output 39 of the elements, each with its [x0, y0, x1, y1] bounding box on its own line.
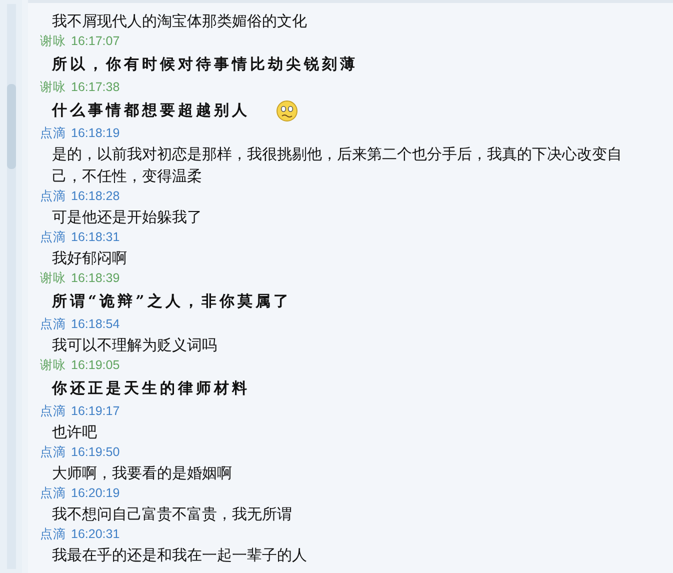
message-time: 16:17:07	[71, 33, 120, 50]
message-text: 是的，以前我对初恋是那样，我很挑剔他，后来第二个也分手后，我真的下决心改变自己，不任性，变得温柔	[51, 144, 623, 187]
sender-name: 谢咏	[40, 79, 66, 96]
message-text: 我最在乎的还是和我在一起一辈子的人	[51, 545, 308, 566]
message-text: 可是他还是开始躲我了	[51, 207, 203, 228]
sender-name: 谢咏	[40, 357, 66, 374]
message-text: 所以，你有时候对待事情比劫尖锐刻薄	[50, 54, 359, 75]
message-time: 16:19:50	[71, 444, 120, 461]
message-time: 16:20:31	[71, 526, 120, 543]
message-text: 我不想问自己富贵不富贵，我无所谓	[51, 504, 293, 525]
sender-name: 谢咏	[40, 33, 66, 50]
sender-name: 点滴	[40, 485, 66, 502]
message-time: 16:19:17	[71, 403, 120, 420]
message-time: 16:18:31	[71, 229, 120, 246]
message-text: 也许吧	[51, 422, 98, 443]
message-text: 我可以不理解为贬义词吗	[51, 335, 218, 356]
message-time: 16:18:54	[71, 316, 120, 333]
sender-name: 点滴	[40, 316, 66, 333]
message-time: 16:18:39	[71, 270, 120, 287]
message-time: 16:19:05	[71, 357, 120, 374]
message-text: 大师啊，我要看的是婚姻啊	[51, 463, 233, 484]
sender-name: 谢咏	[40, 270, 66, 287]
message-time: 16:18:28	[71, 188, 120, 205]
sender-name: 点滴	[40, 125, 66, 142]
sender-name: 点滴	[40, 526, 66, 543]
message-time: 16:17:38	[71, 79, 120, 96]
message-text: 你还正是天生的律师材料	[50, 378, 251, 399]
scrollbar-thumb[interactable]	[6, 84, 16, 169]
sender-name: 点滴	[40, 229, 66, 246]
message-time: 16:20:19	[71, 485, 120, 502]
message-text: 所谓“诡辩”之人，非你莫属了	[50, 291, 292, 312]
message-time: 16:18:19	[71, 125, 120, 142]
sender-name: 点滴	[40, 188, 66, 205]
sender-name: 点滴	[40, 403, 66, 420]
message-text: 我不屑现代人的淘宝体那类媚俗的文化	[51, 11, 308, 32]
message-text: 我好郁闷啊	[51, 248, 128, 269]
message-text: 什么事情都想要超越别人	[50, 100, 251, 121]
scrollbar[interactable]	[6, 4, 16, 569]
sender-name: 点滴	[40, 444, 66, 461]
